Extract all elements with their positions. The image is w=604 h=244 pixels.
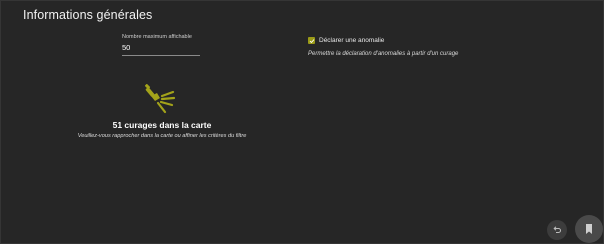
panel: Informations générales Nombre maximum af… [0, 0, 604, 244]
curage-count: 51 curages dans la carte [112, 120, 212, 130]
checkmark-icon [309, 38, 314, 43]
bookmark-icon [586, 224, 592, 234]
undo-icon [553, 226, 561, 233]
declare-anomaly-checkbox[interactable] [308, 37, 315, 44]
declare-anomaly-label: Déclarer une anomalie [319, 37, 385, 44]
bookmark-button[interactable] [575, 215, 603, 243]
max-display-label: Nombre maximum affichable [122, 34, 192, 40]
declare-anomaly-row[interactable]: Déclarer une anomalie [308, 37, 384, 44]
page-title: Informations générales [23, 8, 153, 22]
declare-anomaly-description: Permettre la déclaration d'anomalies à p… [308, 51, 459, 57]
max-display-field: Nombre maximum affichable 50 [122, 34, 200, 56]
spray-nozzle-icon [145, 84, 176, 114]
max-display-input[interactable]: 50 [122, 43, 200, 56]
undo-button[interactable] [547, 220, 567, 240]
filter-hint: Veuillez-vous rapprocher dans la carte o… [77, 133, 247, 139]
